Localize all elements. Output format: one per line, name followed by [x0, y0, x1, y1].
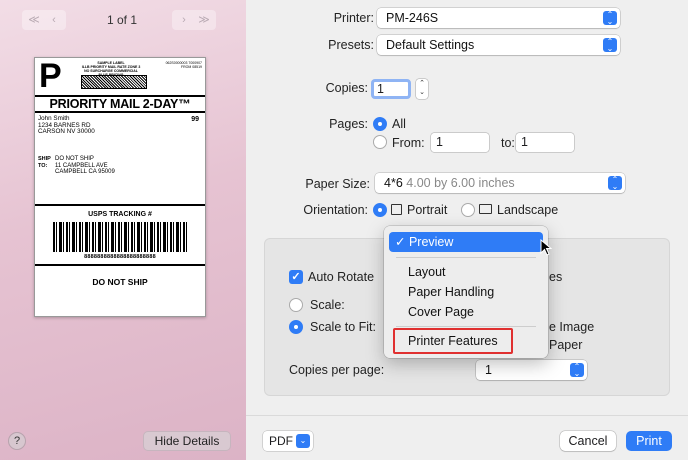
copies-per-page-label: Copies per page: [289, 363, 385, 377]
pages-from-label: From: [392, 136, 425, 150]
menu-item-paper-handling[interactable]: Paper Handling [389, 282, 543, 302]
printer-value: PM-246S [386, 11, 439, 25]
print-entire-image-label: e Image [549, 320, 595, 334]
popup-chevron-icon: ⌃ ⌄ [608, 176, 622, 191]
pages-to-input[interactable]: 1 [516, 133, 574, 152]
decrement-icon[interactable]: ⌄ [416, 88, 428, 97]
landscape-icon [479, 204, 492, 214]
pages-range-radio[interactable] [373, 135, 387, 149]
scale-label: Scale: [310, 298, 345, 312]
first-page-icon[interactable]: ≪ [24, 10, 44, 30]
pages-from-input[interactable]: 1 [431, 133, 489, 152]
scale-to-fit-radio[interactable] [289, 320, 303, 334]
next-page-buttons[interactable]: › ≫ [172, 10, 216, 30]
tracking-section: USPS TRACKING # 8888888888888888888888 [35, 204, 205, 266]
tracking-number: 8888888888888888888888 [84, 254, 156, 260]
barcode-image [53, 222, 187, 252]
page-count: 1 of 1 [106, 13, 138, 27]
portrait-label: Portrait [407, 203, 448, 217]
menu-item-preview[interactable]: ✓ Preview [389, 232, 543, 252]
label-header: P SAMPLE LABEL ILLB PRIORITY MAIL RATE Z… [35, 58, 205, 94]
paper-size-detail: 4.00 by 6.00 inches [406, 176, 515, 190]
auto-rotate-suffix: es [549, 270, 563, 284]
paper-size-label: Paper Size: [305, 177, 370, 191]
hide-details-button[interactable]: Hide Details [143, 431, 231, 451]
zone-number: 99 [191, 116, 199, 123]
presets-value: Default Settings [386, 38, 475, 52]
landscape-label: Landscape [497, 203, 559, 217]
fill-entire-paper-label: Paper [549, 338, 583, 352]
menu-separator [396, 257, 536, 258]
scale-radio[interactable] [289, 298, 303, 312]
paper-size-select[interactable]: 4*6 4.00 by 6.00 inches ⌃ ⌄ [375, 173, 625, 193]
sample-label-codes: 062S0000003 7000907 FROM 08519 [165, 61, 202, 69]
popup-chevron-icon: ⌃ ⌄ [603, 11, 617, 26]
increment-icon[interactable]: ⌃ [416, 79, 428, 88]
menu-item-layout[interactable]: Layout [389, 262, 543, 282]
chevron-down-icon: ⌄ [296, 434, 310, 448]
copies-stepper[interactable]: ⌃ ⌄ [416, 79, 428, 99]
sender-city: CARSON NV 30000 [38, 128, 95, 135]
menu-item-cover-page[interactable]: Cover Page [389, 302, 543, 322]
auto-rotate-label: Auto Rotate [308, 270, 375, 284]
landscape-radio[interactable] [461, 203, 475, 217]
previous-page-icon[interactable]: ‹ [44, 10, 64, 30]
recipient-city: CAMPBELL CA 95009 [55, 169, 115, 175]
copies-per-page-select[interactable]: 1 ⌃ ⌄ [476, 360, 587, 380]
annotation-highlight-box [393, 328, 513, 354]
copies-per-page-value: 1 [485, 363, 492, 377]
pdf-label: PDF [269, 434, 293, 448]
portrait-icon [391, 204, 402, 215]
mouse-cursor-icon [540, 239, 553, 256]
pdf-menu-button[interactable]: PDF ⌄ [263, 431, 313, 451]
recipient-lines: DO NOT SHIP 11 CAMPBELL AVE CAMPBELL CA … [55, 156, 115, 176]
presets-select[interactable]: Default Settings ⌃ ⌄ [377, 35, 620, 55]
presets-label: Presets: [328, 38, 374, 52]
copies-input[interactable]: 1 [371, 79, 411, 99]
cancel-button[interactable]: Cancel [560, 431, 616, 451]
ship-to-tag: SHIP TO: [38, 156, 51, 169]
auto-rotate-checkbox[interactable]: ✓ [289, 270, 303, 284]
tracking-title: USPS TRACKING # [88, 211, 152, 218]
mail-class-banner: PRIORITY MAIL 2-DAY™ [35, 95, 205, 113]
pages-to-label: to: [501, 136, 515, 150]
menu-separator [396, 326, 536, 327]
dialog-footer: PDF ⌄ Cancel Print [246, 415, 688, 460]
paper-size-value: 4*6 [384, 176, 403, 190]
pages-label: Pages: [329, 117, 368, 131]
shipping-label-preview: P SAMPLE LABEL ILLB PRIORITY MAIL RATE Z… [34, 57, 206, 317]
help-button[interactable]: ? [8, 432, 26, 450]
priority-letter: P [39, 57, 62, 95]
print-button[interactable]: Print [626, 431, 672, 451]
popup-chevron-icon: ⌃ ⌄ [603, 38, 617, 53]
indicia-pattern [81, 75, 147, 89]
printer-select[interactable]: PM-246S ⌃ ⌄ [377, 8, 620, 28]
preview-pane: ≪ ‹ 1 of 1 › ≫ P SAMPLE LABEL ILLB PRIORIT… [0, 0, 246, 460]
copies-label: Copies: [325, 81, 368, 95]
orientation-label: Orientation: [303, 203, 368, 217]
portrait-radio[interactable] [373, 203, 387, 217]
pages-all-radio[interactable] [373, 117, 387, 131]
sender-address: John Smith 1234 BARNES RD CARSON NV 3000… [38, 115, 168, 136]
pages-all-label: All [392, 117, 406, 131]
page-navigator: ≪ ‹ 1 of 1 › ≫ [22, 10, 222, 30]
next-page-icon[interactable]: › [174, 10, 194, 30]
last-page-icon[interactable]: ≫ [194, 10, 214, 30]
previous-page-buttons[interactable]: ≪ ‹ [22, 10, 66, 30]
scale-to-fit-label: Scale to Fit: [310, 320, 376, 334]
printer-label: Printer: [333, 11, 374, 25]
popup-chevron-icon: ⌃ ⌄ [570, 363, 584, 378]
label-footer: DO NOT SHIP [92, 277, 148, 287]
